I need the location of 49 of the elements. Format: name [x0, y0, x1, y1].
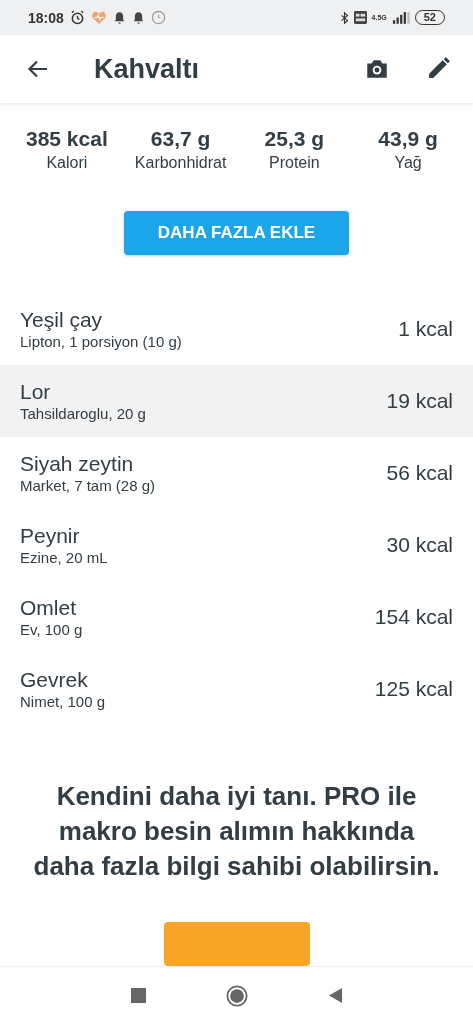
promo-text: Kendini daha iyi tanı. PRO ile makro besin alımın hakkında daha fazla bilgi sahibi olabilirsin. — [32, 780, 441, 883]
food-name: Lor — [20, 379, 52, 404]
round-watch-icon — [150, 10, 166, 25]
bell-icon — [131, 10, 145, 25]
food-name: Yeşil çay — [20, 307, 104, 332]
food-calories: 19 kcal — [386, 389, 453, 413]
food-calories: 125 kcal — [374, 677, 453, 701]
page-title: Kahvaltı — [94, 53, 200, 85]
food-row[interactable]: Yeşil çay Lipton, 1 porsiyon (10 g) 1 kcal — [0, 293, 473, 365]
bell-icon — [112, 10, 126, 25]
alarm-clock-icon — [69, 10, 85, 25]
macro-value: 25,3 g — [264, 126, 325, 152]
food-detail: Lipton, 1 porsiyon (10 g) — [20, 332, 183, 351]
food-detail: Ezine, 20 mL — [20, 548, 109, 567]
food-name: Siyah zeytin — [20, 451, 135, 476]
food-detail: Ev, 100 g — [20, 620, 84, 639]
food-detail: Market, 7 tam (28 g) — [20, 476, 157, 495]
back-nav-button[interactable] — [327, 988, 343, 1003]
recent-apps-button[interactable] — [130, 988, 146, 1003]
food-name: Omlet — [20, 595, 77, 620]
triangle-back-icon — [327, 988, 343, 1003]
heart-icon — [90, 10, 107, 25]
food-calories: 1 kcal — [398, 317, 453, 341]
food-row[interactable]: Siyah zeytin Market, 7 tam (28 g) 56 kcal — [0, 437, 473, 509]
home-circle-icon — [225, 984, 248, 1007]
food-detail: Tahsildaroglu, 20 g — [20, 404, 147, 423]
macro-value: 43,9 g — [378, 126, 438, 152]
home-button[interactable] — [225, 984, 248, 1007]
macro-label: Kalori — [46, 153, 88, 173]
clock-time: 18:08 — [28, 9, 64, 26]
food-row[interactable]: Gevrek Nimet, 100 g 125 kcal — [0, 653, 473, 725]
food-row[interactable]: Peynir Ezine, 20 mL 30 kcal — [0, 509, 473, 581]
square-icon — [130, 988, 146, 1003]
food-calories: 56 kcal — [386, 461, 453, 485]
food-row[interactable]: Omlet Ev, 100 g 154 kcal — [0, 581, 473, 653]
macro-label: Yağ — [394, 153, 422, 173]
food-detail: Nimet, 100 g — [20, 692, 107, 711]
food-calories: 154 kcal — [374, 605, 453, 629]
food-name: Gevrek — [20, 667, 89, 692]
signal-bars-icon — [391, 11, 410, 24]
pencil-icon — [426, 56, 451, 81]
macro-label: Karbonhidrat — [134, 153, 227, 173]
macro-value: 385 kcal — [26, 126, 108, 152]
bluetooth-icon — [339, 10, 349, 25]
food-name: Peynir — [20, 523, 81, 548]
macro-label: Protein — [269, 153, 320, 173]
food-row[interactable]: Lor Tahsildaroglu, 20 g 19 kcal — [0, 365, 473, 437]
food-calories: 30 kcal — [386, 533, 453, 557]
macro-value: 63,7 g — [150, 126, 211, 152]
